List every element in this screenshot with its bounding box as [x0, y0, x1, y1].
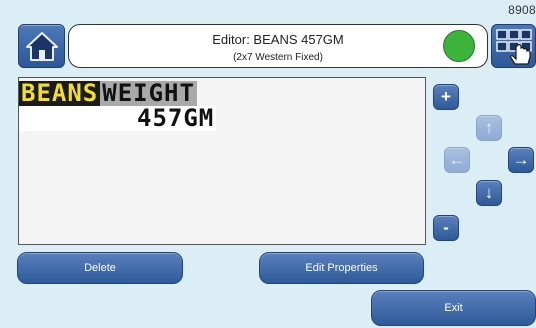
- grid-select-icon: [496, 29, 532, 65]
- up-arrow-button[interactable]: ↑: [476, 115, 502, 141]
- home-icon: [25, 32, 58, 61]
- editor-title-box: Editor: BEANS 457GM (2x7 Western Fixed): [68, 24, 488, 68]
- message-canvas[interactable]: BEANS WEIGHT 457GM: [18, 77, 426, 245]
- status-indicator: [443, 30, 475, 62]
- home-button[interactable]: [18, 24, 65, 68]
- exit-button[interactable]: Exit: [371, 290, 536, 326]
- minus-button[interactable]: -: [433, 215, 459, 241]
- right-arrow-button[interactable]: →: [508, 147, 534, 173]
- blank-field: [19, 106, 135, 131]
- left-arrow-button[interactable]: ←: [444, 147, 470, 173]
- field-beans[interactable]: BEANS: [19, 81, 101, 106]
- message-line-2: 457GM: [19, 106, 217, 131]
- delete-button[interactable]: Delete: [17, 252, 183, 284]
- field-weight[interactable]: WEIGHT: [100, 81, 197, 106]
- select-field-button[interactable]: [491, 24, 536, 68]
- plus-button[interactable]: +: [433, 84, 459, 110]
- device-id: 8908: [508, 3, 536, 17]
- editor-subtitle: (2x7 Western Fixed): [233, 52, 323, 63]
- down-arrow-button[interactable]: ↓: [476, 180, 502, 206]
- editor-title: Editor: BEANS 457GM: [212, 32, 344, 47]
- message-line-1: BEANS WEIGHT: [19, 81, 197, 106]
- edit-properties-button[interactable]: Edit Properties: [259, 252, 424, 284]
- field-457gm[interactable]: 457GM: [135, 106, 217, 131]
